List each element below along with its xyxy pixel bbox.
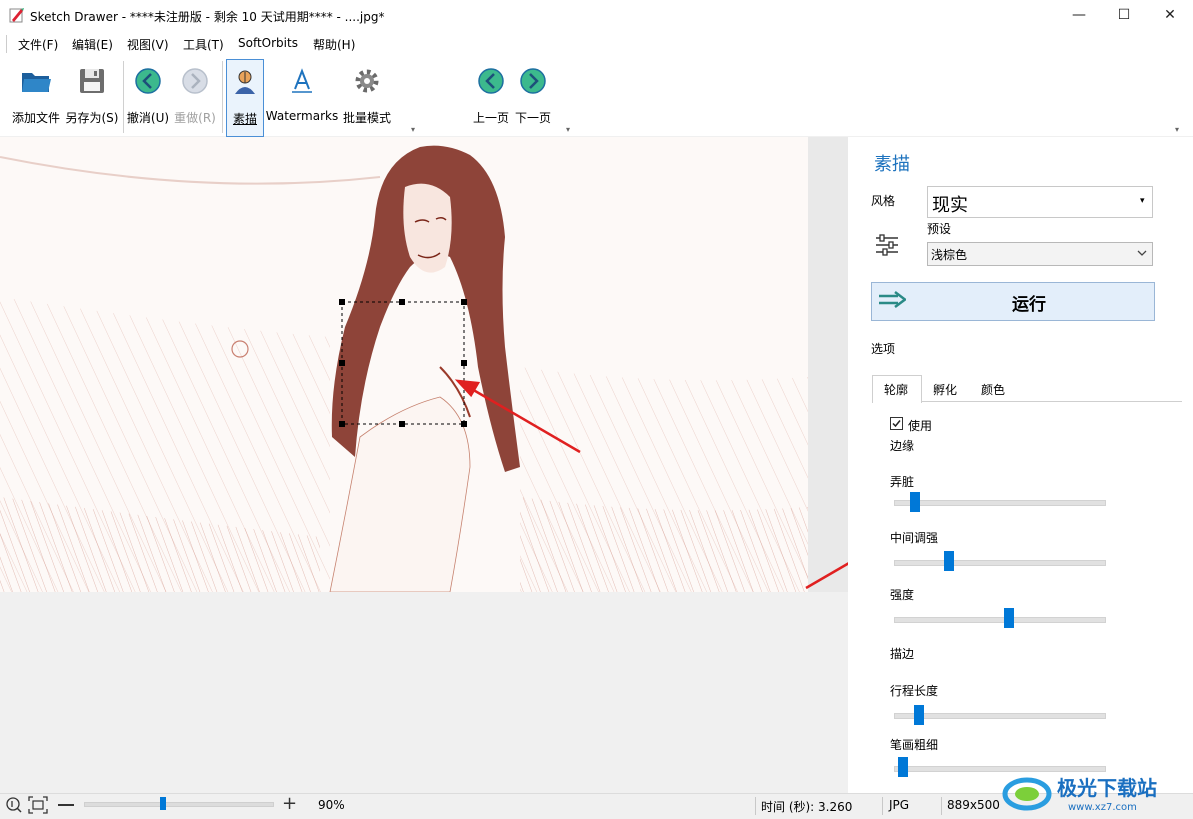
slider-label-stroke-width: 笔画粗细 [890, 738, 939, 752]
slider-label-midtone: 中间调强 [890, 531, 939, 545]
watermark-brand: 极光下载站 [1057, 776, 1157, 800]
zoom-in-icon[interactable]: + [282, 795, 297, 813]
use-checkbox[interactable] [890, 417, 903, 430]
watermark-logo-icon [1002, 777, 1052, 811]
run-arrow-icon [879, 291, 906, 308]
processing-time: 时间 (秒): 3.260 [761, 800, 853, 814]
annotation-arrowhead-1 [454, 379, 481, 398]
checkmark-icon [892, 420, 901, 428]
stroke-width-slider-thumb[interactable] [898, 757, 908, 777]
stroke-length-slider-track[interactable] [894, 713, 1106, 719]
midtone-slider-thumb[interactable] [944, 551, 954, 571]
zoom-slider-track[interactable] [84, 802, 274, 807]
preset-sliders-icon [876, 234, 898, 256]
tab-hatching[interactable]: 孵化 [933, 381, 957, 398]
slider-label-smudge: 弄脏 [890, 475, 915, 489]
midtone-slider-track[interactable] [894, 560, 1106, 566]
edge-section-label: 边缘 [890, 439, 915, 453]
smudge-slider-track[interactable] [894, 500, 1106, 506]
zoom-out-icon[interactable] [58, 804, 74, 806]
image-size: 889x500 [947, 798, 1000, 812]
slider-label-intensity: 强度 [890, 588, 915, 602]
stroke-section-label: 描边 [890, 647, 915, 661]
smudge-slider-thumb[interactable] [910, 492, 920, 512]
style-select-value: 现实 [932, 195, 968, 216]
image-format: JPG [889, 798, 910, 812]
status-separator [882, 797, 883, 815]
use-checkbox-label: 使用 [908, 419, 933, 433]
zoom-percent: 90% [318, 798, 345, 812]
slider-label-stroke-length: 行程长度 [890, 684, 939, 698]
preset-select-value: 浅棕色 [931, 248, 968, 262]
stroke-length-slider-thumb[interactable] [914, 705, 924, 725]
intensity-slider-track[interactable] [894, 617, 1106, 623]
style-dropdown-icon: ▾ [1140, 196, 1145, 206]
chevron-down-icon [1137, 250, 1147, 256]
watermark-site: www.xz7.com [1068, 802, 1137, 813]
zoom-actual-size-icon[interactable] [5, 796, 23, 814]
annotation-arrow-1 [469, 386, 581, 454]
preset-label: 预设 [927, 222, 952, 236]
zoom-slider-thumb[interactable] [160, 797, 167, 810]
intensity-slider-thumb[interactable] [1004, 608, 1014, 628]
tab-color[interactable]: 颜色 [981, 381, 1005, 398]
run-label: 运行 [1012, 295, 1046, 315]
status-separator [755, 797, 756, 815]
tab-outline-label: 轮廓 [884, 383, 909, 397]
panel-title: 素描 [874, 154, 910, 175]
style-label: 风格 [871, 194, 896, 208]
status-separator [941, 797, 942, 815]
zoom-fit-icon[interactable] [28, 796, 48, 814]
options-label: 选项 [871, 342, 896, 356]
